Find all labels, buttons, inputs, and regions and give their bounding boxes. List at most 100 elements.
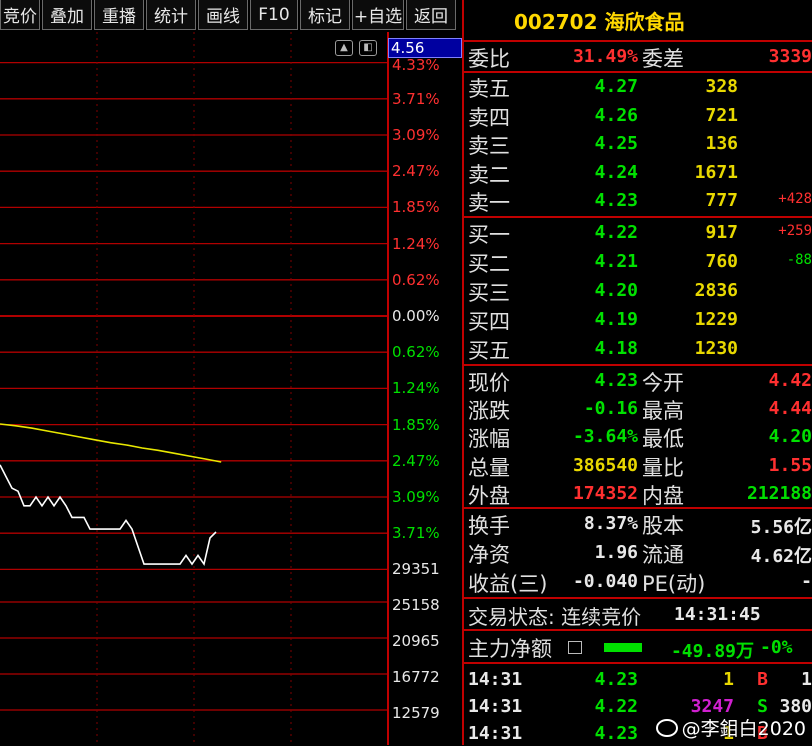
- status-time: 14:31:45: [674, 604, 761, 625]
- stat-value: 174352: [572, 482, 638, 504]
- level-price: 4.27: [594, 76, 638, 97]
- main-flow-row[interactable]: 主力净额 -49.89万 -0%: [464, 632, 812, 662]
- level-label: 卖三: [468, 134, 510, 159]
- tick-volume: 1: [723, 669, 734, 690]
- level-volume: 2836: [694, 280, 738, 301]
- pct-tick-label: 1.85%: [392, 198, 440, 217]
- stat-value: 4.42: [768, 370, 812, 391]
- flow-bar: [604, 643, 642, 652]
- panel-toggle-icon[interactable]: ◧: [359, 40, 377, 56]
- level-label: 卖一: [468, 191, 510, 216]
- order-book-row[interactable]: 买五 4.18 1230: [464, 334, 812, 363]
- level-label: 买三: [468, 281, 510, 305]
- stat-label: 今开: [642, 371, 684, 395]
- weibi-value: 31.49%: [572, 46, 638, 67]
- order-book-row[interactable]: 卖五 4.27 328: [464, 72, 812, 101]
- stat-row: 涨跌 -0.16 最高 4.44: [464, 394, 812, 424]
- stat-label: 现价: [468, 371, 510, 395]
- watermark-text: @李鉬白2020: [681, 718, 806, 740]
- status-label: 交易状态: 连续竞价: [468, 605, 642, 629]
- order-book-row[interactable]: 卖二 4.24 1671: [464, 158, 812, 187]
- volume-tick-label: 25158: [392, 596, 440, 614]
- level-label: 卖二: [468, 162, 510, 187]
- toolbar-button[interactable]: 画线: [198, 0, 248, 30]
- order-book-row[interactable]: 卖三 4.25 136: [464, 129, 812, 158]
- toolbar: 竞价 叠加 重播 统计 画线 F10 标记 +自选 返回: [0, 0, 462, 32]
- order-book-row[interactable]: 卖四 4.26 721: [464, 101, 812, 130]
- pct-tick-label: 1.85%: [392, 415, 440, 434]
- level-change: -88: [786, 252, 812, 268]
- order-book-row[interactable]: 买三 4.20 2836: [464, 276, 812, 305]
- main-flow-pct: -0%: [760, 637, 793, 658]
- weicha-label: 委差: [642, 47, 684, 71]
- stat-row: 总量 386540 量比 1.55: [464, 451, 812, 480]
- series-line-0: [0, 423, 222, 463]
- stat-label: 股本: [642, 514, 684, 538]
- stat-label: 收益(三): [468, 572, 548, 596]
- toolbar-button[interactable]: F10: [250, 0, 298, 30]
- order-book-row[interactable]: 买一 4.22 917 +259: [464, 218, 812, 247]
- stat-label: 涨跌: [468, 399, 510, 424]
- stat-label: PE(动): [642, 572, 706, 596]
- level-price: 4.18: [594, 338, 638, 359]
- level-volume: 1230: [694, 338, 738, 359]
- stat-label: 最高: [642, 399, 684, 424]
- volume-tick-label: 20965: [392, 632, 440, 650]
- watermark: @李鉬白2020: [655, 714, 806, 741]
- tick-row[interactable]: 14:31 4.23 1 B 1: [464, 666, 812, 692]
- level-volume: 777: [705, 190, 738, 212]
- stat-value: -3.64%: [572, 426, 638, 448]
- toolbar-button[interactable]: 叠加: [42, 0, 92, 30]
- level-price: 4.22: [594, 222, 638, 243]
- weibi-label: 委比: [468, 47, 510, 71]
- toolbar-button[interactable]: +自选: [352, 0, 404, 30]
- separator: [464, 629, 812, 631]
- order-book-row[interactable]: 买二 4.21 760 -88: [464, 247, 812, 276]
- tick-direction: B: [757, 669, 768, 690]
- list-icon[interactable]: [568, 641, 582, 654]
- stat-value: 4.20: [768, 426, 812, 448]
- toolbar-button[interactable]: 竞价: [0, 0, 40, 30]
- pct-tick-label: 1.24%: [392, 234, 440, 253]
- toolbar-button[interactable]: 标记: [300, 0, 350, 30]
- stat-value: -0.040: [572, 571, 638, 592]
- tick-price: 4.23: [594, 723, 638, 744]
- stat-row: 换手 8.37% 股本 5.56亿: [464, 509, 812, 538]
- level-price: 4.20: [594, 280, 638, 301]
- level-price: 4.23: [594, 190, 638, 212]
- cursor-price-label: 4.56: [388, 38, 462, 58]
- tick-price: 4.23: [594, 669, 638, 690]
- toolbar-button[interactable]: 统计: [146, 0, 196, 30]
- level-label: 买四: [468, 310, 510, 334]
- level-price: 4.26: [594, 104, 638, 126]
- level-volume: 1671: [694, 161, 738, 183]
- stat-row: 涨幅 -3.64% 最低 4.20: [464, 422, 812, 452]
- pct-tick-label: 0.62%: [392, 343, 440, 362]
- stat-row: 收益(三) -0.040 PE(动) -: [464, 567, 812, 596]
- level-price: 4.24: [594, 161, 638, 183]
- stat-label: 外盘: [468, 483, 510, 508]
- volume-tick-label: 29351: [392, 560, 440, 578]
- level-label: 卖五: [468, 77, 510, 101]
- pct-tick-label: 4.33%: [392, 55, 440, 74]
- stat-row: 外盘 174352 内盘 212188: [464, 479, 812, 508]
- stat-value: 8.37%: [583, 513, 638, 534]
- stat-value: 212188: [746, 482, 812, 504]
- stock-title: 002702 海欣食品: [514, 10, 685, 34]
- order-book-row[interactable]: 买四 4.19 1229: [464, 305, 812, 334]
- toolbar-button[interactable]: 返回: [406, 0, 456, 30]
- level-volume: 721: [705, 104, 738, 126]
- stat-label: 涨幅: [468, 427, 510, 452]
- toolbar-button[interactable]: 重播: [94, 0, 144, 30]
- weibi-row: 委比 31.49% 委差 3339: [464, 42, 812, 71]
- pct-tick-label: 2.47%: [392, 451, 440, 470]
- tick-time: 14:31: [468, 669, 523, 690]
- stat-row: 净资 1.96 流通 4.62亿: [464, 538, 812, 567]
- level-volume: 760: [705, 251, 738, 272]
- level-change: +259: [778, 223, 812, 239]
- pct-tick-label: 1.24%: [392, 379, 440, 398]
- tick-count: 1: [801, 669, 812, 690]
- level-change: +428: [778, 191, 812, 208]
- order-book-row[interactable]: 卖一 4.23 777 +428: [464, 186, 812, 215]
- arrow-up-icon[interactable]: ▲: [335, 40, 353, 56]
